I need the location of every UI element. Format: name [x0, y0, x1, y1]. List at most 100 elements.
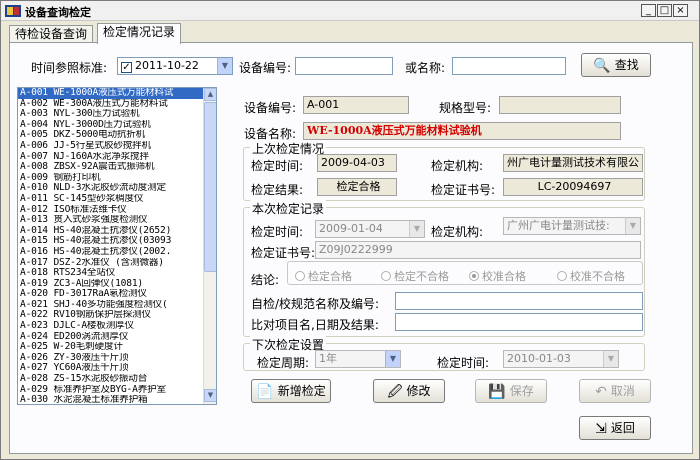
detail-device-no-field: A-001: [303, 96, 409, 114]
list-item[interactable]: A-016 HS-40混凝土抗渗仪(2002.: [18, 247, 204, 258]
search-button[interactable]: 🔍 查找: [581, 53, 651, 77]
undo-icon: ↶: [595, 383, 607, 400]
current-date-picker[interactable]: 2009-01-04 ▼: [315, 220, 425, 238]
list-item[interactable]: A-012 ISO标准法维卡仪: [18, 205, 204, 216]
minimize-button[interactable]: _: [641, 4, 656, 17]
current-org-value: 广州广电计量测试技:: [507, 219, 610, 232]
chevron-down-icon[interactable]: ▼: [385, 351, 400, 367]
save-button[interactable]: 💾 保存: [475, 379, 547, 403]
radio-inspect-pass-label: 检定合格: [308, 270, 352, 283]
detail-device-no-label: 设备编号:: [244, 101, 297, 115]
title-bar: 设备查询检定 _ □ ×: [1, 1, 699, 21]
list-item[interactable]: A-003 NYL-300压力试验机: [18, 109, 204, 120]
list-item[interactable]: A-028 ZS-15水泥胶砂振动台: [18, 374, 204, 385]
tab-record[interactable]: 检定情况记录: [97, 23, 182, 44]
self-check-input[interactable]: [395, 292, 643, 310]
last-cert-field: LC-20094697: [503, 178, 643, 196]
search-button-label: 查找: [614, 58, 639, 72]
device-list-items: A-001 WE-1000A液压式万能材料试 A-002 WE-300A液压式万能…: [18, 88, 204, 404]
scroll-down-icon[interactable]: ▼: [204, 389, 216, 402]
radio-inspect-fail[interactable]: 检定不合格: [381, 268, 449, 284]
current-cert-input[interactable]: Z09J0222999: [315, 241, 641, 259]
list-item[interactable]: A-002 WE-300A液压式万能材料试: [18, 99, 204, 110]
edit-label: 修改: [406, 384, 431, 398]
list-item[interactable]: A-023 DJLC-A楼板测厚仪: [18, 321, 204, 332]
list-item[interactable]: A-030 水泥混凝土标准养护箱: [18, 395, 204, 404]
device-list[interactable]: A-001 WE-1000A液压式万能材料试 A-002 WE-300A液压式万能…: [17, 87, 217, 405]
new-document-icon: 📄: [256, 383, 274, 400]
time-ref-label: 时间参照标准:: [31, 61, 108, 75]
list-item[interactable]: A-004 NYL-3000D压力试验机: [18, 120, 204, 131]
list-item[interactable]: A-006 JJ-5行星式胶砂搅拌机: [18, 141, 204, 152]
next-date-picker[interactable]: 2010-01-03 ▼: [503, 350, 619, 368]
edit-button[interactable]: 🖉 修改: [373, 379, 445, 403]
current-cert-label: 检定证书号:: [251, 246, 316, 260]
search-name-label: 或名称:: [405, 61, 446, 75]
compare-input[interactable]: [395, 313, 643, 331]
list-item[interactable]: A-013 贯入式砂浆强度检测仪: [18, 215, 204, 226]
list-item[interactable]: A-026 ZY-30液压千斤顶: [18, 353, 204, 364]
search-icon: 🔍: [593, 57, 611, 74]
device-list-scrollbar[interactable]: ▲ ▼: [203, 88, 216, 404]
chevron-down-icon[interactable]: ▼: [409, 221, 424, 237]
exit-icon: ⇲: [595, 420, 607, 437]
search-device-no-input[interactable]: [295, 57, 393, 75]
date-ref-picker[interactable]: ✓ 2011-10-22 ▼: [117, 57, 233, 75]
radio-inspect-fail-label: 检定不合格: [394, 270, 449, 283]
list-item[interactable]: A-007 NJ-160A水泥净浆搅拌: [18, 152, 204, 163]
app-icon: [5, 5, 21, 17]
list-item[interactable]: A-001 WE-1000A液压式万能材料试: [18, 88, 204, 99]
last-cert-label: 检定证书号:: [431, 183, 496, 197]
list-item[interactable]: A-017 DSZ-2水准仪 (含测微器): [18, 258, 204, 269]
self-check-label: 自检/校规范名称及编号:: [251, 297, 380, 311]
radio-inspect-pass[interactable]: 检定合格: [295, 268, 352, 284]
list-item[interactable]: A-018 RTS234全站仪: [18, 268, 204, 279]
date-ref-value: 2011-10-22: [135, 59, 199, 72]
next-period-label: 检定周期:: [257, 356, 310, 370]
chevron-down-icon[interactable]: ▼: [217, 58, 232, 74]
last-date-field: 2009-04-03: [317, 154, 397, 172]
list-item[interactable]: A-019 ZC3-A回弹仪(1081): [18, 279, 204, 290]
date-enable-checkbox[interactable]: ✓: [121, 62, 132, 73]
list-item[interactable]: A-025 W-20毛刺硬度计: [18, 342, 204, 353]
list-item[interactable]: A-011 SC-145型砂浆稠度仪: [18, 194, 204, 205]
last-org-field: 州广电计量测试技术有限公: [503, 154, 643, 172]
return-button[interactable]: ⇲ 返回: [579, 416, 651, 440]
maximize-button[interactable]: □: [657, 4, 672, 17]
scroll-thumb[interactable]: [204, 102, 216, 272]
radio-calib-pass[interactable]: 校准合格: [469, 268, 526, 284]
search-name-input[interactable]: [452, 57, 566, 75]
list-item[interactable]: A-024 ED200涡流测厚仪: [18, 332, 204, 343]
radio-calib-fail[interactable]: 校准不合格: [557, 268, 625, 284]
list-item[interactable]: A-008 ZBSX-92A震击式振筛机: [18, 162, 204, 173]
tab-pending-query[interactable]: 待检设备查询: [9, 25, 94, 43]
list-item[interactable]: A-027 YC60A液压千斤顶: [18, 363, 204, 374]
add-inspection-button[interactable]: 📄 新增检定: [251, 379, 331, 403]
chevron-down-icon[interactable]: ▼: [625, 218, 640, 234]
list-item[interactable]: A-014 HS-40混凝土抗渗仪(2652): [18, 226, 204, 237]
radio-calib-pass-label: 校准合格: [482, 270, 526, 283]
list-item[interactable]: A-021 SHJ-40多功能强度检测仪(: [18, 300, 204, 311]
next-period-select[interactable]: 1年 ▼: [315, 350, 401, 368]
close-button[interactable]: ×: [673, 4, 688, 17]
list-item[interactable]: A-009 钢筋打印机: [18, 173, 204, 184]
list-item[interactable]: A-005 DKZ-5000电动抗折机: [18, 130, 204, 141]
scroll-up-icon[interactable]: ▲: [204, 88, 216, 101]
list-item[interactable]: A-029 标准养护室及BYG-A养护室: [18, 385, 204, 396]
next-date-value: 2010-01-03: [507, 352, 571, 365]
save-label: 保存: [509, 384, 534, 398]
list-item[interactable]: A-020 FD-3017RaA氡检测仪: [18, 289, 204, 300]
list-item[interactable]: A-022 RV10钢筋保护层探测仪: [18, 310, 204, 321]
current-org-select[interactable]: 广州广电计量测试技: ▼: [503, 217, 641, 235]
current-date-label: 检定时间:: [251, 225, 304, 239]
chevron-down-icon[interactable]: ▼: [603, 351, 618, 367]
list-item[interactable]: A-015 HS-40混凝土抗渗仪(03093: [18, 236, 204, 247]
current-date-value: 2009-01-04: [319, 222, 383, 235]
cancel-button[interactable]: ↶ 取消: [579, 379, 651, 403]
next-period-value: 1年: [319, 352, 337, 365]
list-item[interactable]: A-010 NLD-3水泥胶砂流动度测定: [18, 183, 204, 194]
cancel-label: 取消: [610, 384, 635, 398]
detail-model-label: 规格型号:: [439, 101, 492, 115]
radio-calib-fail-label: 校准不合格: [570, 270, 625, 283]
compare-label: 比对项目名,日期及结果:: [251, 318, 379, 332]
